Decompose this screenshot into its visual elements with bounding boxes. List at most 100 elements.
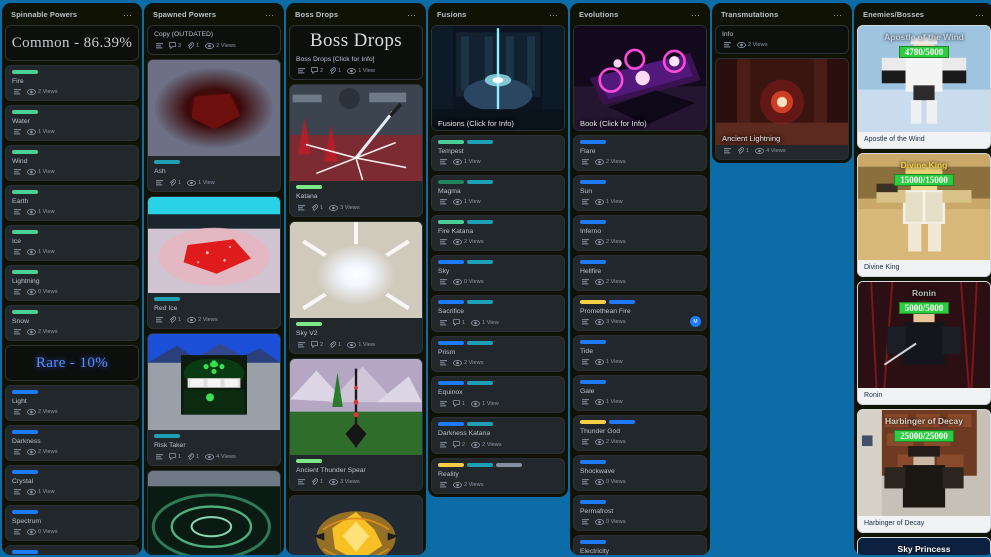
list-card[interactable]: Thunder God 2 Views	[573, 415, 707, 451]
list-card[interactable]: Spectrum 0 Views	[5, 505, 139, 541]
card-label[interactable]	[467, 220, 493, 224]
card-label[interactable]	[580, 180, 606, 184]
list-card[interactable]: Apostle of the Wind 4780/5000 Apostle of…	[857, 25, 991, 149]
card-label[interactable]	[296, 322, 322, 326]
list-card[interactable]: Shockwave 0 Views	[573, 455, 707, 491]
list-card[interactable]: Prism 2 Views	[431, 336, 565, 372]
ellipsis-icon[interactable]: ⋯	[833, 10, 843, 19]
card-label[interactable]	[438, 180, 464, 184]
list-card[interactable]: Risk Taker 11 4 Views	[147, 333, 281, 466]
card-label[interactable]	[438, 463, 464, 467]
card-label[interactable]	[467, 381, 493, 385]
card-label[interactable]	[580, 460, 606, 464]
list-card[interactable]: Sky 0 Views	[431, 255, 565, 291]
card-label[interactable]	[438, 220, 464, 224]
card-label[interactable]	[296, 185, 322, 189]
list-card[interactable]: Permafrost 0 Views	[573, 495, 707, 531]
avatar[interactable]: M	[690, 316, 701, 327]
list-card[interactable]: Light 2 Views	[5, 385, 139, 421]
ellipsis-icon[interactable]: ⋯	[549, 10, 559, 19]
list-card[interactable]: Sky Princess 16450/17000 Sky Princess	[857, 537, 991, 555]
list-title[interactable]: Boss Drops	[295, 10, 338, 19]
card-label[interactable]	[12, 70, 38, 74]
list-card[interactable]: Sun 1 View	[573, 175, 707, 211]
list-card[interactable]: Reality 2 Views	[431, 458, 565, 494]
list-card[interactable]: Rare - 10%	[5, 345, 139, 381]
card-label[interactable]	[12, 310, 38, 314]
list-card[interactable]: Ancient Lightning 1 4 Views	[715, 58, 849, 160]
list-card[interactable]: Blood 1 View	[5, 545, 139, 555]
card-label[interactable]	[12, 430, 38, 434]
card-label[interactable]	[580, 420, 606, 424]
card-label[interactable]	[580, 220, 606, 224]
list-card[interactable]: Book (Click for Info)	[573, 25, 707, 131]
card-label[interactable]	[438, 422, 464, 426]
ellipsis-icon[interactable]: ⋯	[265, 10, 275, 19]
list-card[interactable]: Common - 86.39%	[5, 25, 139, 61]
list-card[interactable]: Equinox 1 1 View	[431, 376, 565, 413]
card-label[interactable]	[12, 190, 38, 194]
card-label[interactable]	[154, 297, 180, 301]
card-label[interactable]	[467, 463, 493, 467]
list-title[interactable]: Spawned Powers	[153, 10, 216, 19]
card-label[interactable]	[12, 230, 38, 234]
card-label[interactable]	[296, 459, 322, 463]
list-title[interactable]: Transmutations	[721, 10, 778, 19]
card-label[interactable]	[496, 463, 522, 467]
list-card[interactable]: Boss Drops Boss Drops [Click for Info] 2…	[289, 25, 423, 80]
list-card[interactable]: Ancient Thunder Spear 1 3 Views	[289, 358, 423, 491]
list-card[interactable]: Copy (OUTDATED) 31 2 Views	[147, 25, 281, 55]
list-title[interactable]: Spinnable Powers	[11, 10, 77, 19]
list-card[interactable]: Magma 1 View	[431, 175, 565, 211]
list-card[interactable]: Inferno 2 Views	[573, 215, 707, 251]
list-title[interactable]: Fusions	[437, 10, 466, 19]
list-card[interactable]: Fusions (Click for Info)	[431, 25, 565, 131]
list-card[interactable]: Sacrifice 1 1 View	[431, 295, 565, 332]
card-label[interactable]	[580, 500, 606, 504]
card-label[interactable]	[154, 160, 180, 164]
list-card[interactable]: Ice 1 View	[5, 225, 139, 261]
list-card[interactable]: Darkness Katana 2 2 Views	[431, 417, 565, 454]
list-card[interactable]: Ash 1 1 View	[147, 59, 281, 192]
list-title[interactable]: Evolutions	[579, 10, 618, 19]
card-label[interactable]	[467, 260, 493, 264]
card-label[interactable]	[467, 341, 493, 345]
list-card[interactable]: Ronin 5000/5000 Ronin	[857, 281, 991, 405]
card-label[interactable]	[467, 180, 493, 184]
list-title[interactable]: Enemies/Bosses	[863, 10, 924, 19]
card-label[interactable]	[580, 380, 606, 384]
list-card[interactable]: Water 1 View	[5, 105, 139, 141]
list-card[interactable]: Fire Katana 2 Views	[431, 215, 565, 251]
card-label[interactable]	[12, 110, 38, 114]
list-card[interactable]: Gale 1 View	[573, 375, 707, 411]
ellipsis-icon[interactable]: ⋯	[691, 10, 701, 19]
list-card[interactable]: Flare 2 Views	[573, 135, 707, 171]
list-card[interactable]: Tempest 1 View	[431, 135, 565, 171]
card-label[interactable]	[467, 300, 493, 304]
list-card[interactable]	[289, 495, 423, 555]
list-card[interactable]: Katana 1 3 Views	[289, 84, 423, 217]
card-label[interactable]	[580, 300, 606, 304]
list-card[interactable]: Tide 1 View	[573, 335, 707, 371]
list-card[interactable]: Info 2 Views	[715, 25, 849, 54]
card-label[interactable]	[580, 140, 606, 144]
card-label[interactable]	[154, 434, 180, 438]
card-label[interactable]	[609, 420, 635, 424]
card-label[interactable]	[12, 470, 38, 474]
card-label[interactable]	[12, 270, 38, 274]
card-label[interactable]	[438, 140, 464, 144]
card-label[interactable]	[609, 300, 635, 304]
list-card[interactable]: Promethean Fire 3 Views M	[573, 295, 707, 331]
card-label[interactable]	[438, 300, 464, 304]
card-label[interactable]	[580, 260, 606, 264]
ellipsis-icon[interactable]: ⋯	[407, 10, 417, 19]
card-label[interactable]	[580, 540, 606, 544]
card-label[interactable]	[580, 340, 606, 344]
card-label[interactable]	[12, 550, 38, 554]
card-label[interactable]	[12, 150, 38, 154]
card-label[interactable]	[438, 260, 464, 264]
card-label[interactable]	[12, 510, 38, 514]
list-card[interactable]: Fire 2 Views	[5, 65, 139, 101]
list-card[interactable]: Harbinger of Decay 25000/25000 Harbinger…	[857, 409, 991, 533]
card-label[interactable]	[467, 140, 493, 144]
